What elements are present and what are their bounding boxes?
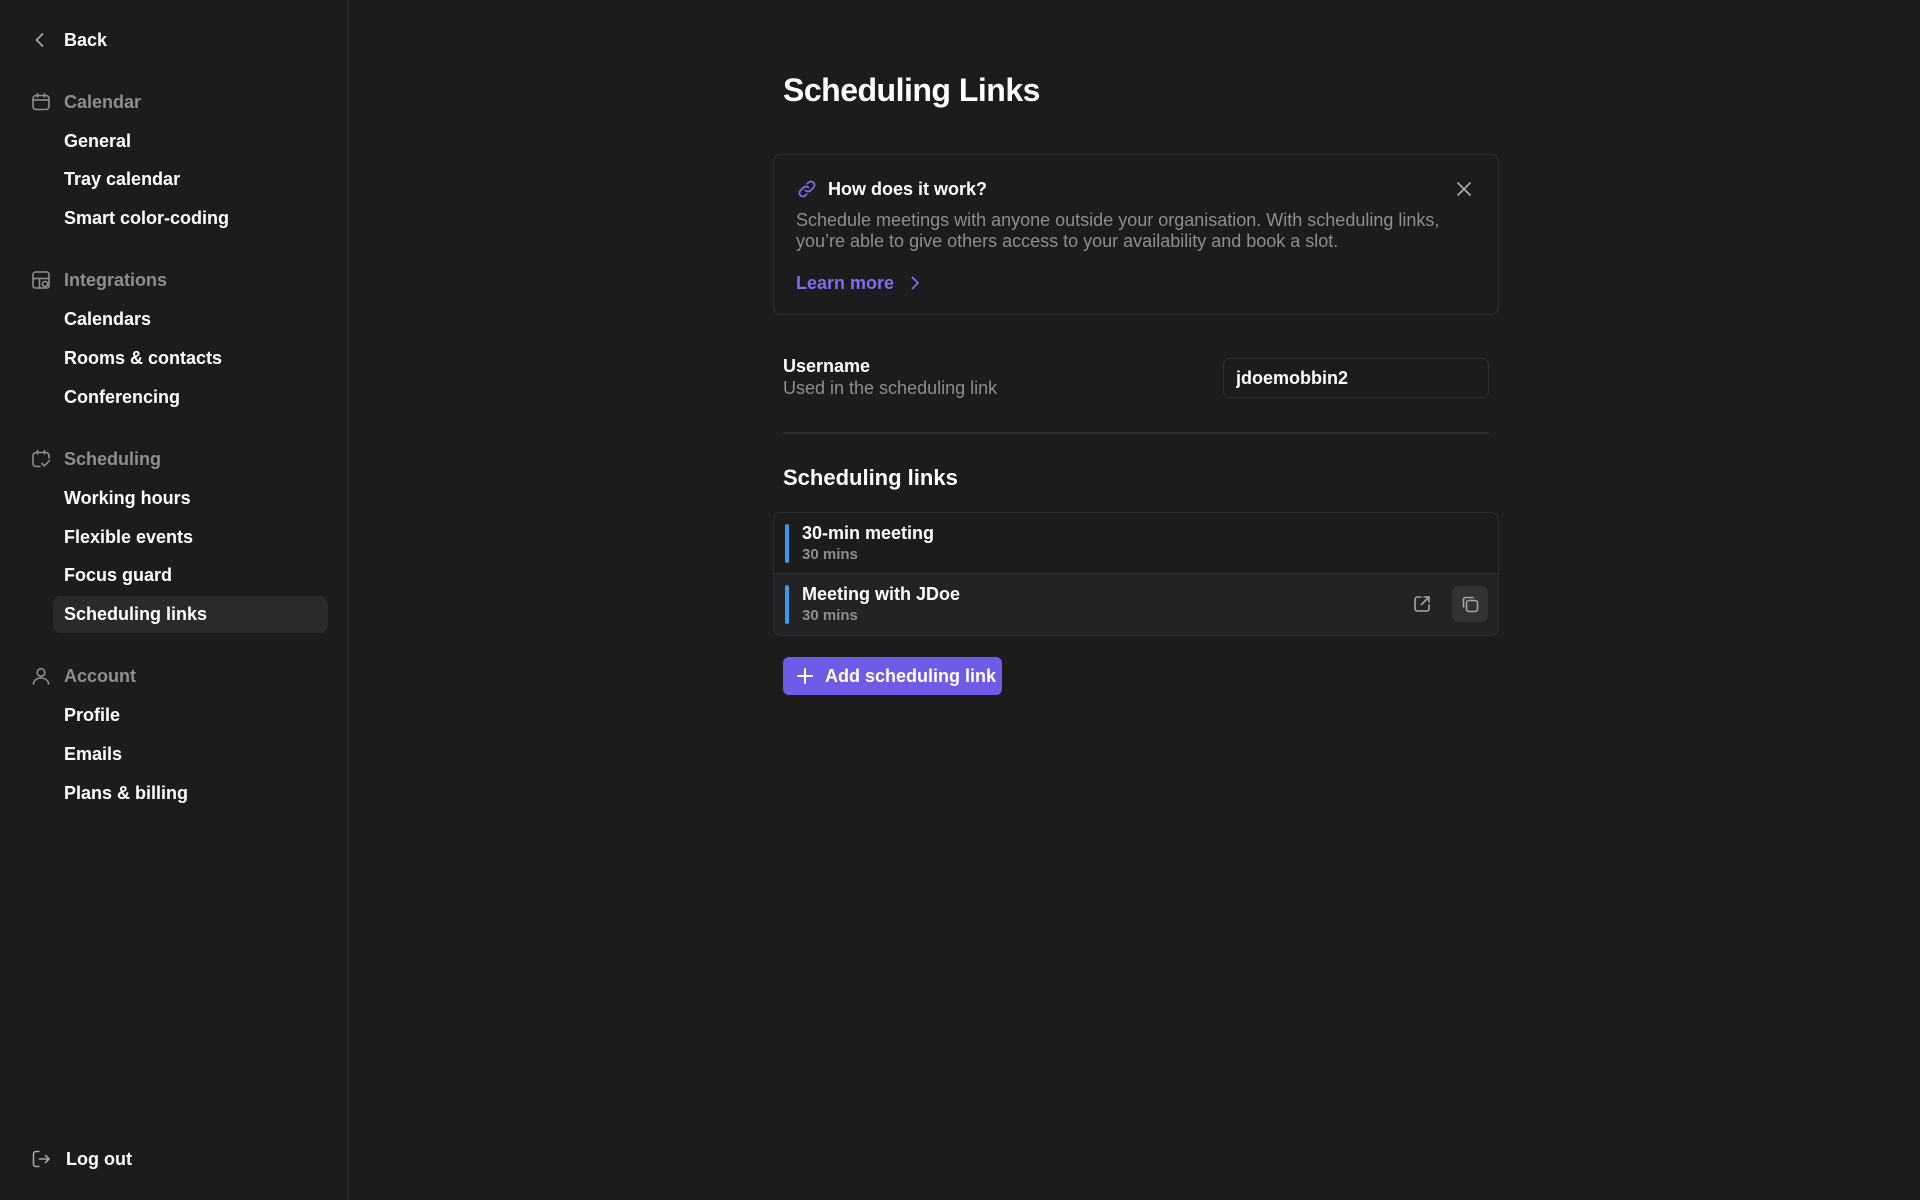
open-link-button[interactable] (1404, 586, 1440, 622)
add-scheduling-link-button[interactable]: Add scheduling link (783, 657, 1002, 695)
scheduling-link-row[interactable]: 30-min meeting 30 mins (774, 513, 1498, 574)
group-heading-account: Account (30, 662, 136, 690)
close-info-button[interactable] (1452, 177, 1476, 201)
learn-more-label: Learn more (796, 272, 895, 293)
scheduling-icon (30, 448, 52, 470)
user-icon (30, 665, 52, 687)
sidebar-item-scheduling-links[interactable]: Scheduling links (53, 596, 328, 633)
settings-window: Back Calendar General Tray calendar Smar… (0, 0, 1920, 1200)
sidebar-item-general[interactable]: General (53, 123, 328, 160)
back-label: Back (64, 29, 108, 50)
group-heading-integrations: Integrations (30, 266, 167, 294)
link-color-bar (785, 524, 789, 563)
close-icon (1457, 182, 1471, 196)
link-name: Meeting with JDoe (802, 584, 961, 604)
logout-icon (30, 1148, 52, 1170)
page-title: Scheduling Links (783, 72, 1040, 108)
group-heading-label: Scheduling (64, 448, 162, 469)
username-sublabel: Used in the scheduling link (783, 378, 998, 398)
sidebar-item-profile[interactable]: Profile (53, 697, 328, 734)
scheduling-link-row[interactable]: Meeting with JDoe 30 mins (774, 574, 1498, 635)
scheduling-links-list: 30-min meeting 30 mins Meeting with JDoe… (773, 512, 1499, 636)
logout-button[interactable]: Log out (30, 1145, 132, 1173)
sidebar-item-working-hours[interactable]: Working hours (53, 480, 328, 517)
divider (783, 432, 1489, 434)
how-it-works-card: How does it work? Schedule meetings with… (773, 154, 1499, 315)
logout-label: Log out (66, 1148, 132, 1169)
group-heading-scheduling: Scheduling (30, 445, 161, 473)
username-label: Username (783, 356, 871, 376)
link-icon (796, 178, 818, 200)
sidebar-item-plans-billing[interactable]: Plans & billing (53, 775, 328, 812)
add-scheduling-link-label: Add scheduling link (825, 665, 997, 686)
main-content: Scheduling Links How does it work? Sched… (351, 0, 1920, 1200)
external-link-icon (1414, 596, 1430, 612)
group-heading-calendar: Calendar (30, 88, 141, 116)
group-heading-label: Integrations (64, 269, 168, 290)
sidebar: Back Calendar General Tray calendar Smar… (0, 0, 349, 1200)
link-duration: 30 mins (802, 607, 858, 624)
info-card-description: Schedule meetings with anyone outside yo… (796, 210, 1440, 251)
sidebar-item-tray-calendar[interactable]: Tray calendar (53, 161, 328, 198)
group-heading-label: Calendar (64, 91, 142, 112)
sidebar-item-conferencing[interactable]: Conferencing (53, 379, 328, 416)
sidebar-item-flexible-events[interactable]: Flexible events (53, 519, 328, 556)
sidebar-item-smart-color-coding[interactable]: Smart color-coding (53, 200, 328, 237)
back-button[interactable]: Back (30, 26, 107, 54)
scheduling-links-heading: Scheduling links (783, 465, 958, 490)
plus-icon (795, 666, 815, 686)
learn-more-link[interactable]: Learn more (796, 271, 924, 295)
copy-link-button[interactable] (1452, 586, 1488, 622)
chevron-left-icon (30, 30, 50, 50)
copy-icon (1462, 596, 1479, 613)
sidebar-item-focus-guard[interactable]: Focus guard (53, 557, 328, 594)
link-color-bar (785, 585, 789, 624)
info-card-title: How does it work? (828, 178, 988, 199)
link-duration: 30 mins (802, 546, 858, 563)
username-input[interactable] (1223, 358, 1489, 398)
sidebar-item-calendars[interactable]: Calendars (53, 301, 328, 338)
link-name: 30-min meeting (802, 523, 935, 543)
calendar-icon (30, 91, 52, 113)
info-card-header: How does it work? (796, 177, 987, 201)
sidebar-item-emails[interactable]: Emails (53, 736, 328, 773)
chevron-right-icon (906, 274, 924, 292)
sidebar-item-rooms-contacts[interactable]: Rooms & contacts (53, 340, 328, 377)
group-heading-label: Account (64, 665, 136, 686)
integrations-icon (30, 269, 52, 291)
